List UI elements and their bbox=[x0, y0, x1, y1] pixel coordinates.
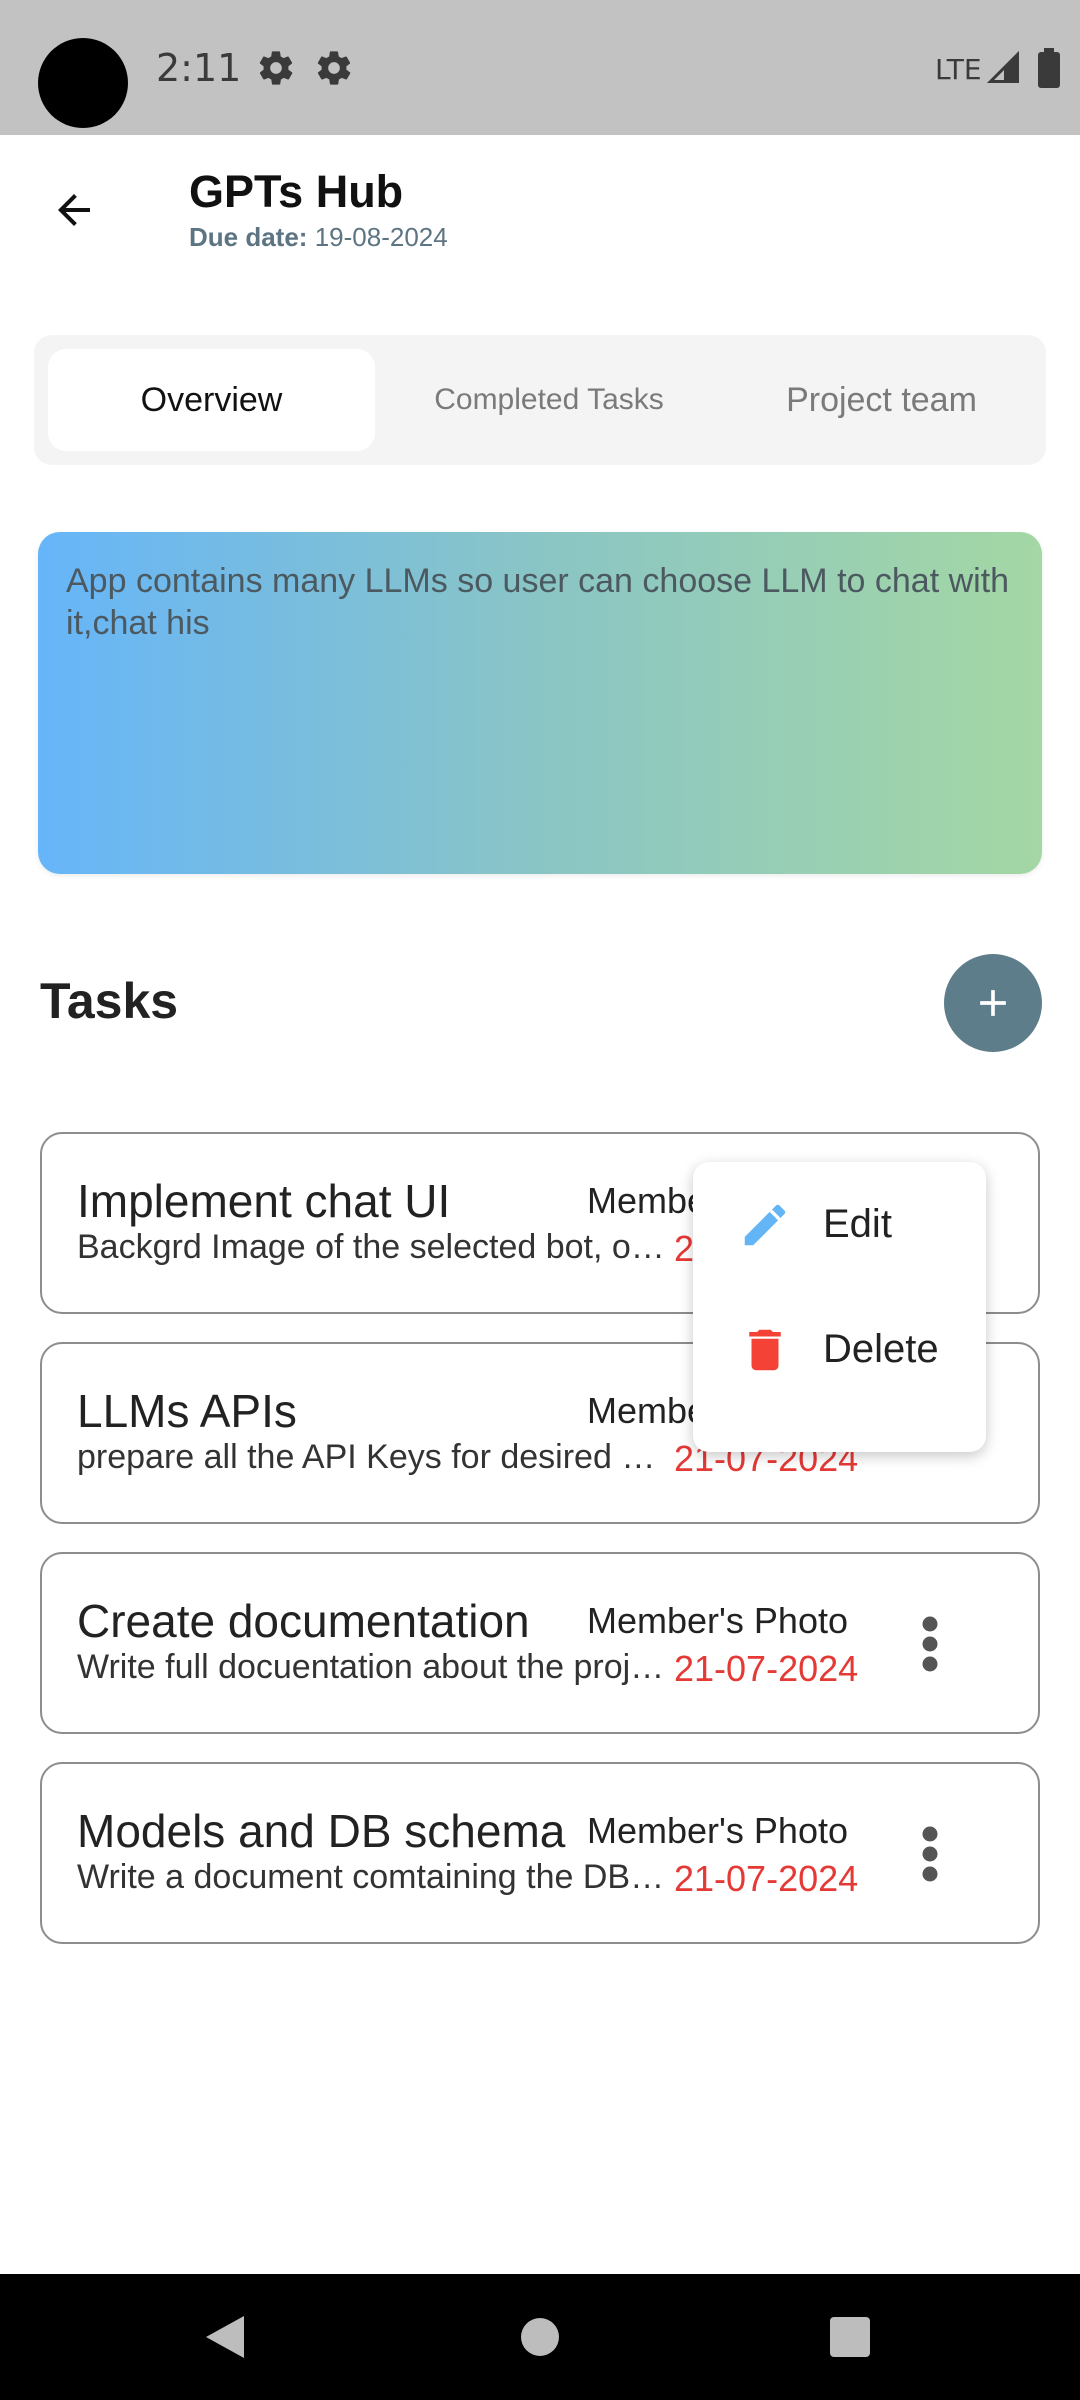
edit-label: Edit bbox=[823, 1202, 892, 1246]
task-card[interactable]: Create documentation Member's Photo Writ… bbox=[40, 1552, 1040, 1734]
task-member-photo: Member's Photo bbox=[587, 1600, 848, 1641]
due-date-label: Due date: bbox=[189, 222, 308, 252]
camera-cutout bbox=[38, 38, 128, 128]
trash-icon bbox=[749, 1329, 781, 1370]
tab-overview[interactable]: Overview bbox=[48, 349, 375, 451]
status-bar: 2:11 LTE bbox=[0, 0, 1080, 135]
status-time: 2:11 bbox=[156, 46, 242, 90]
signal-icon bbox=[986, 50, 1019, 83]
task-description: Write a document comtaining the DB schem… bbox=[77, 1858, 667, 1896]
nav-back-icon[interactable] bbox=[202, 2314, 246, 2360]
tab-project-team[interactable]: Project team bbox=[724, 349, 1039, 451]
task-member-photo: Member's Photo bbox=[587, 1810, 848, 1851]
nav-home-icon[interactable] bbox=[521, 2318, 559, 2356]
edit-menu-item[interactable]: Edit bbox=[693, 1162, 986, 1287]
task-description: Backgrd Image of the selected bot, or a … bbox=[77, 1228, 667, 1266]
project-description: App contains many LLMs so user can choos… bbox=[66, 562, 1010, 642]
battery-icon bbox=[1038, 48, 1060, 88]
page-title: GPTs Hub bbox=[189, 166, 404, 217]
task-title: Implement chat UI bbox=[77, 1175, 451, 1227]
task-description: Write full docuentation about the projec… bbox=[77, 1648, 667, 1686]
back-arrow-icon bbox=[58, 194, 90, 226]
tab-completed-tasks[interactable]: Completed Tasks bbox=[384, 349, 714, 451]
gear-icon bbox=[259, 51, 293, 85]
task-options-menu: Edit Delete bbox=[693, 1162, 986, 1452]
tab-bar: Overview Completed Tasks Project team bbox=[34, 335, 1046, 465]
network-type: LTE bbox=[935, 53, 982, 86]
pencil-icon bbox=[744, 1204, 786, 1245]
due-date-value: 19-08-2024 bbox=[314, 222, 448, 252]
due-date: Due date: 19-08-2024 bbox=[189, 222, 448, 253]
back-button[interactable] bbox=[44, 180, 104, 240]
delete-menu-item[interactable]: Delete bbox=[693, 1287, 986, 1412]
system-nav-bar bbox=[0, 2274, 1080, 2400]
task-description: prepare all the API Keys for desired LLM… bbox=[77, 1438, 667, 1476]
task-due-date: 21-07-2024 bbox=[674, 1648, 859, 1689]
project-description-card: App contains many LLMs so user can choos… bbox=[38, 532, 1042, 874]
plus-icon bbox=[980, 990, 1006, 1016]
delete-label: Delete bbox=[823, 1327, 939, 1371]
add-task-button[interactable] bbox=[944, 954, 1042, 1052]
task-title: Models and DB schema bbox=[77, 1805, 566, 1857]
more-vert-icon[interactable] bbox=[920, 1824, 940, 1884]
more-vert-icon[interactable] bbox=[920, 1614, 940, 1674]
tasks-heading: Tasks bbox=[40, 973, 179, 1029]
task-due-date: 21-07-2024 bbox=[674, 1858, 859, 1899]
task-title: LLMs APIs bbox=[77, 1385, 297, 1437]
nav-recents-icon[interactable] bbox=[830, 2317, 870, 2357]
task-card[interactable]: Models and DB schema Member's Photo Writ… bbox=[40, 1762, 1040, 1944]
task-title: Create documentation bbox=[77, 1595, 530, 1647]
gear-icon bbox=[317, 51, 351, 85]
